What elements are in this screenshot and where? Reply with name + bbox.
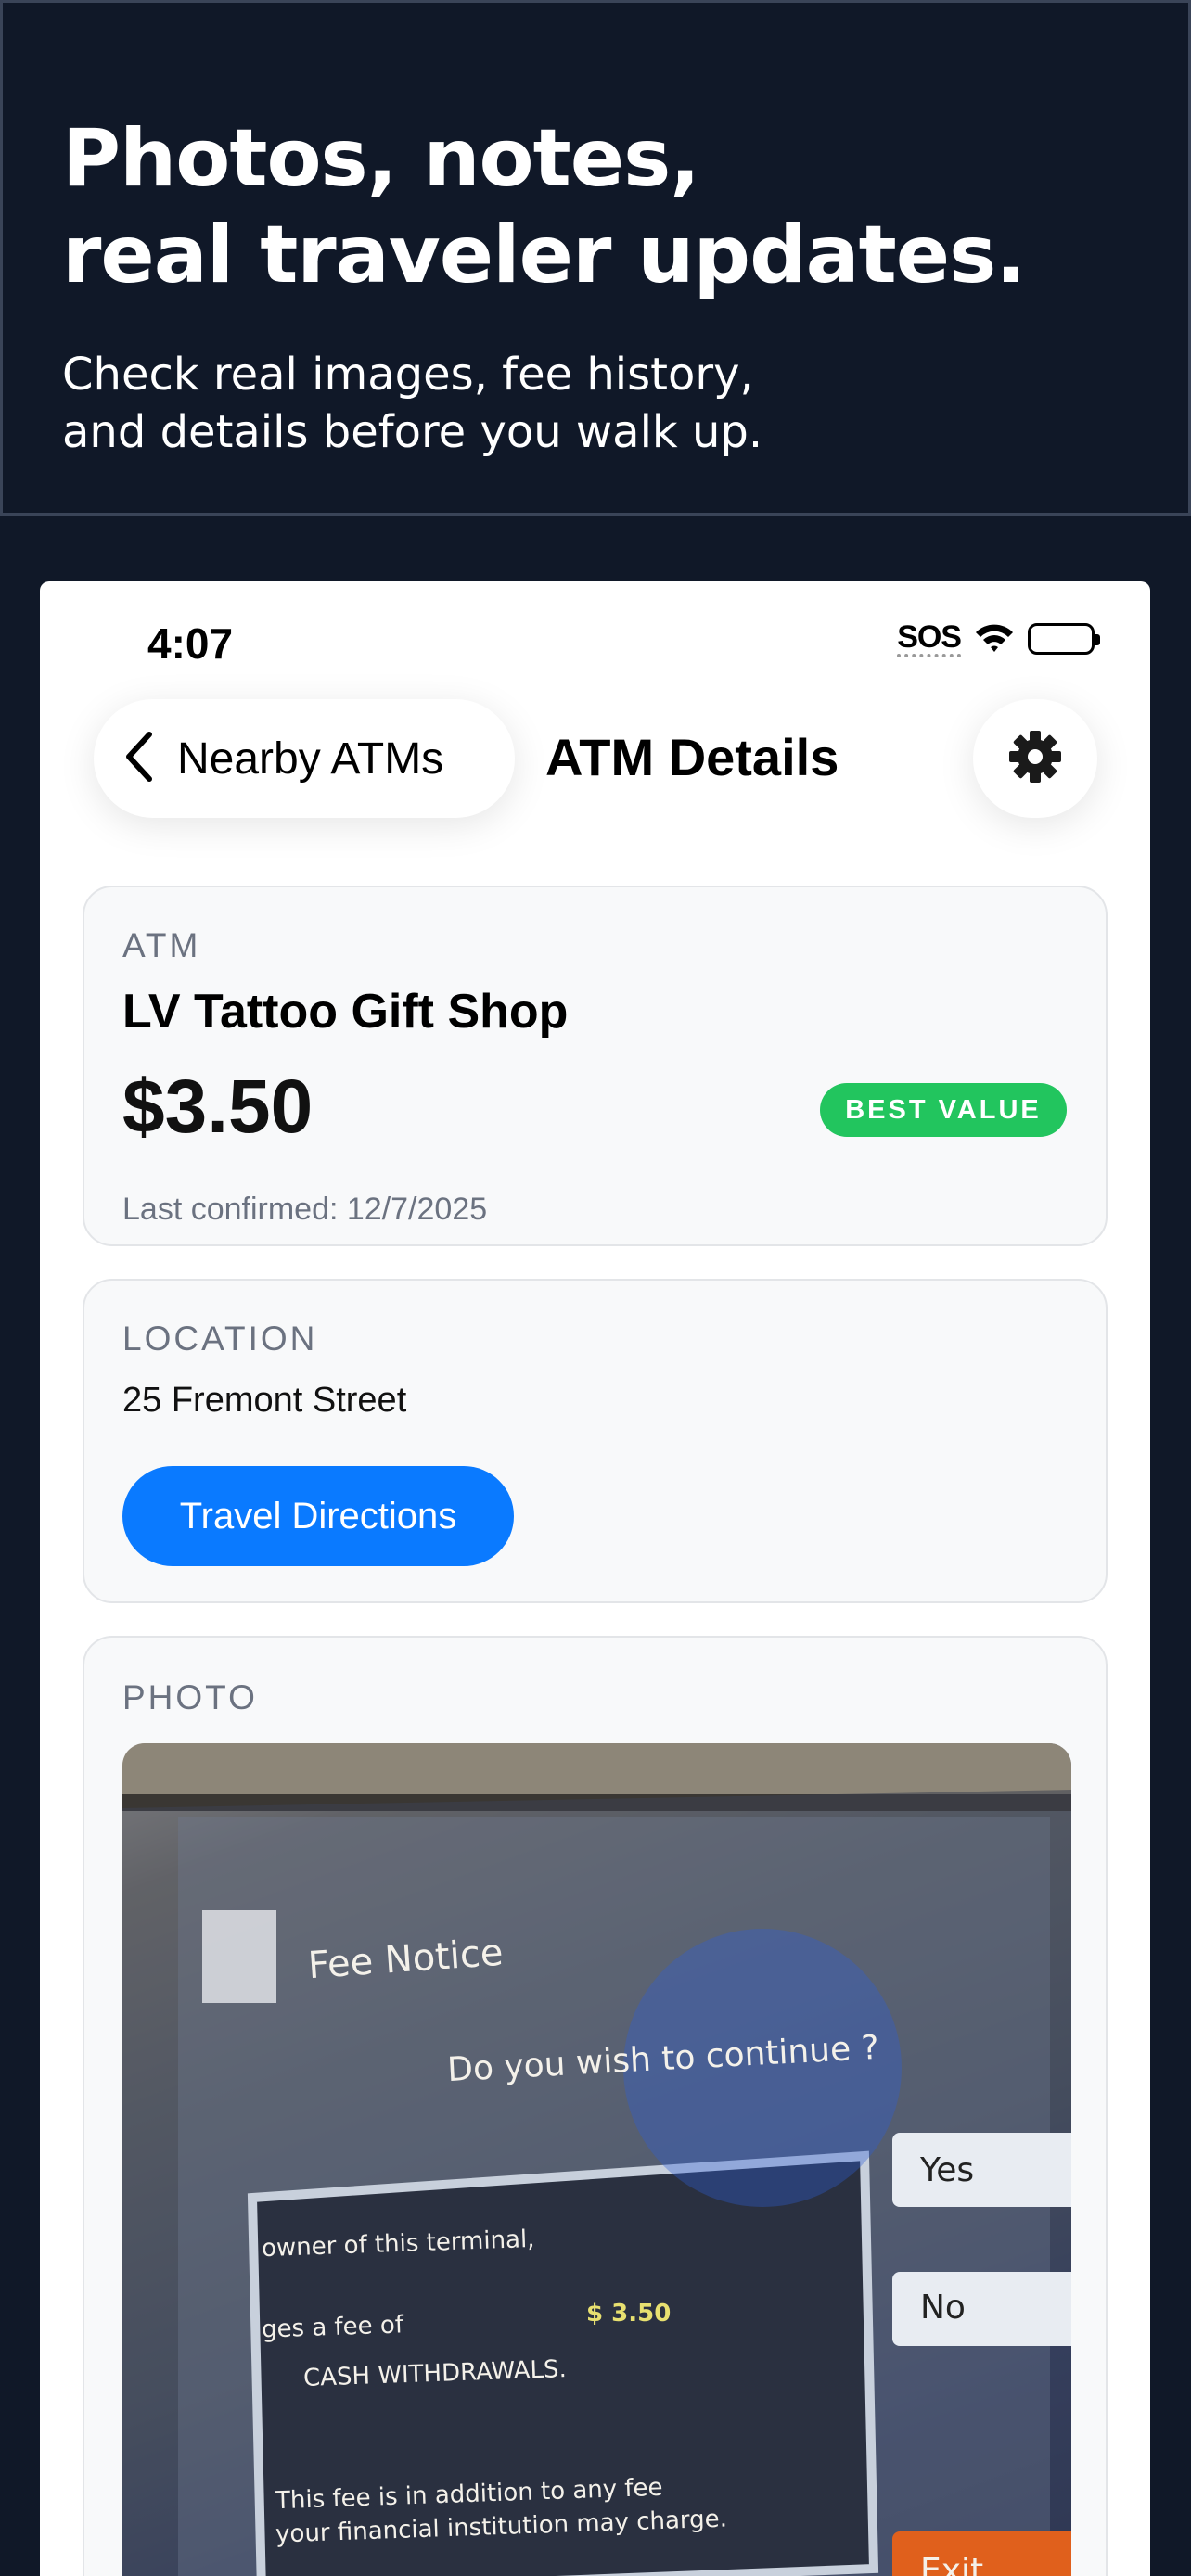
carrier-sos: SOS <box>897 620 962 657</box>
status-time: 4:07 <box>147 619 234 668</box>
phone-screen: 4:07 SOS Nearby ATMs ATM Details ATM LV … <box>40 581 1150 2576</box>
atm-address: 25 Fremont Street <box>122 1381 407 1420</box>
travel-directions-button[interactable]: Travel Directions <box>122 1466 514 1566</box>
hero-subtitle-line-2: and details before you walk up. <box>62 406 763 458</box>
photo-card: PHOTO Fee Notice Do you wish to continue… <box>83 1636 1108 2576</box>
atm-photo[interactable]: Fee Notice Do you wish to continue ? Yes… <box>122 1743 1071 2576</box>
atm-name: LV Tattoo Gift Shop <box>122 985 569 1039</box>
photo-no: No <box>920 2289 966 2327</box>
hero-subtitle: Check real images, fee history, and deta… <box>62 346 762 461</box>
photo-amount: $ 3.50 <box>586 2300 672 2327</box>
hero-banner: Photos, notes, real traveler updates. Ch… <box>0 0 1191 516</box>
settings-button[interactable] <box>973 699 1097 818</box>
photo-section-label: PHOTO <box>122 1678 258 1716</box>
atm-section-label: ATM <box>122 926 201 964</box>
gear-icon <box>1007 729 1063 789</box>
back-button[interactable]: Nearby ATMs <box>94 699 515 818</box>
atm-card: ATM LV Tattoo Gift Shop $3.50 BEST VALUE… <box>83 886 1108 1246</box>
photo-yes: Yes <box>920 2151 975 2189</box>
last-confirmed: Last confirmed: 12/7/2025 <box>122 1192 488 1227</box>
chevron-left-icon <box>123 731 157 787</box>
atm-fee: $3.50 <box>122 1065 314 1149</box>
hero-title-line-1: Photos, notes, <box>62 112 700 205</box>
photo-exit: Exit <box>920 2552 984 2576</box>
back-button-label: Nearby ATMs <box>177 733 444 784</box>
hero-subtitle-line-1: Check real images, fee history, <box>62 349 754 401</box>
location-section-label: LOCATION <box>122 1320 318 1358</box>
location-card: LOCATION 25 Fremont Street Travel Direct… <box>83 1279 1108 1603</box>
hero-title-line-2: real traveler updates. <box>62 209 1026 301</box>
photo-line-2: ges a fee of <box>261 2311 404 2344</box>
wifi-icon <box>974 621 1015 657</box>
status-indicators: SOS <box>897 620 1100 657</box>
best-value-badge: BEST VALUE <box>820 1083 1067 1137</box>
hero-title: Photos, notes, real traveler updates. <box>62 110 1026 303</box>
page-title: ATM Details <box>545 728 839 786</box>
battery-icon <box>1028 623 1100 655</box>
